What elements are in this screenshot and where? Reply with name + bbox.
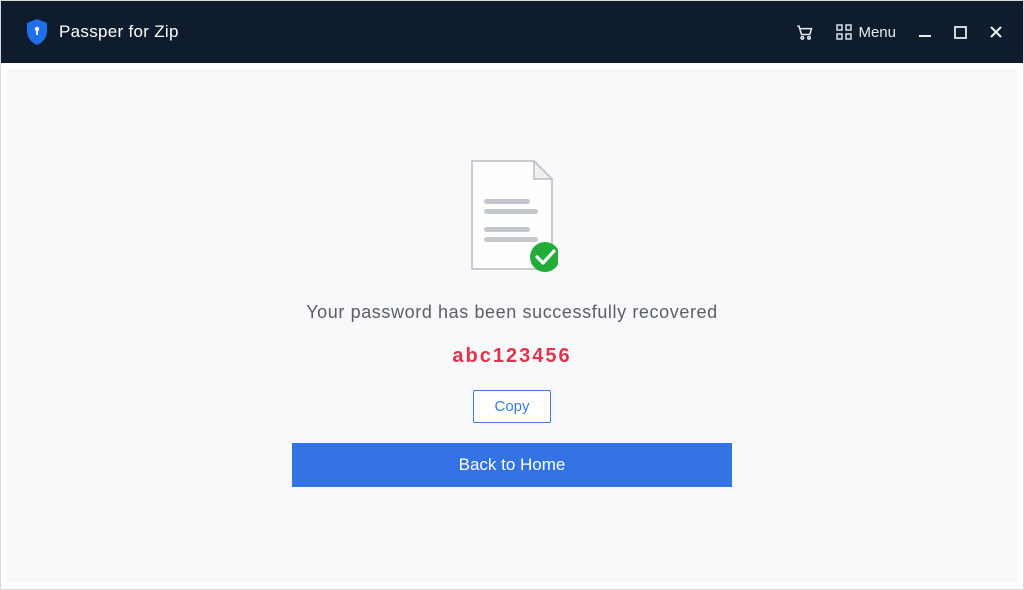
close-button[interactable] xyxy=(989,25,1003,39)
cart-icon xyxy=(794,22,814,42)
document-success-icon xyxy=(466,159,558,274)
close-icon xyxy=(989,25,1003,39)
app-window: Passper for Zip xyxy=(0,0,1024,590)
copy-button[interactable]: Copy xyxy=(473,390,550,423)
titlebar-left: Passper for Zip xyxy=(25,18,179,46)
grid-icon xyxy=(836,24,852,40)
titlebar: Passper for Zip xyxy=(1,1,1023,63)
success-message: Your password has been successfully reco… xyxy=(306,302,718,323)
app-title: Passper for Zip xyxy=(59,22,179,42)
minimize-icon xyxy=(918,25,932,39)
menu-label: Menu xyxy=(858,24,896,41)
maximize-button[interactable] xyxy=(954,26,967,39)
titlebar-right: Menu xyxy=(794,22,1003,42)
maximize-icon xyxy=(954,26,967,39)
menu-button[interactable]: Menu xyxy=(836,24,896,41)
main-content: Your password has been successfully reco… xyxy=(7,69,1017,583)
minimize-button[interactable] xyxy=(918,25,932,39)
cart-button[interactable] xyxy=(794,22,814,42)
recovered-password: abc123456 xyxy=(452,345,571,368)
app-shield-icon xyxy=(25,18,49,46)
back-to-home-button[interactable]: Back to Home xyxy=(292,443,732,487)
